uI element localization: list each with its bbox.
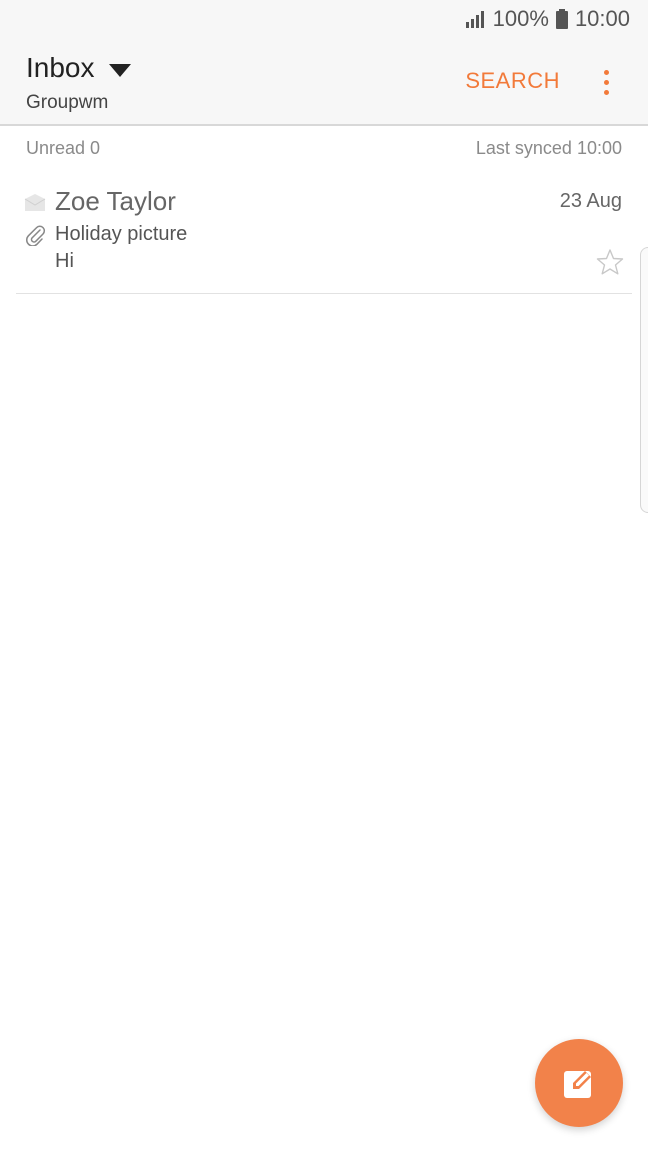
caret-down-icon: [108, 63, 131, 77]
account-name: Groupwm: [26, 92, 109, 113]
edge-panel-handle[interactable]: [640, 247, 648, 513]
page-title: Inbox: [26, 52, 95, 83]
battery-icon: [555, 9, 568, 29]
more-vertical-icon[interactable]: [600, 70, 612, 98]
unread-count: Unread 0: [26, 138, 101, 158]
email-preview: Hi: [55, 250, 74, 272]
paperclip-icon: [26, 225, 46, 246]
status-bar: 100% 10:00: [0, 0, 648, 40]
clock: 10:00: [574, 6, 630, 31]
email-date: 23 Aug: [559, 190, 622, 212]
folder-selector[interactable]: Inbox: [26, 52, 131, 84]
signal-icon: [465, 11, 484, 28]
envelope-icon: [24, 194, 46, 211]
email-subject: Holiday picture: [55, 223, 188, 245]
email-list-item[interactable]: Zoe Taylor 23 Aug Holiday picture Hi: [16, 176, 632, 294]
app-bar: Inbox Groupwm SEARCH: [0, 40, 648, 126]
search-button[interactable]: SEARCH: [465, 68, 560, 94]
last-synced: Last synced 10:00: [475, 138, 622, 158]
star-outline-icon[interactable]: [596, 248, 624, 276]
compose-icon: [564, 1071, 591, 1098]
battery-percent: 100%: [492, 6, 549, 31]
status-indicators: 100% 10:00: [465, 6, 630, 32]
email-sender: Zoe Taylor: [55, 186, 176, 216]
compose-button[interactable]: [535, 1039, 623, 1127]
info-row: Unread 0 Last synced 10:00: [0, 126, 648, 170]
